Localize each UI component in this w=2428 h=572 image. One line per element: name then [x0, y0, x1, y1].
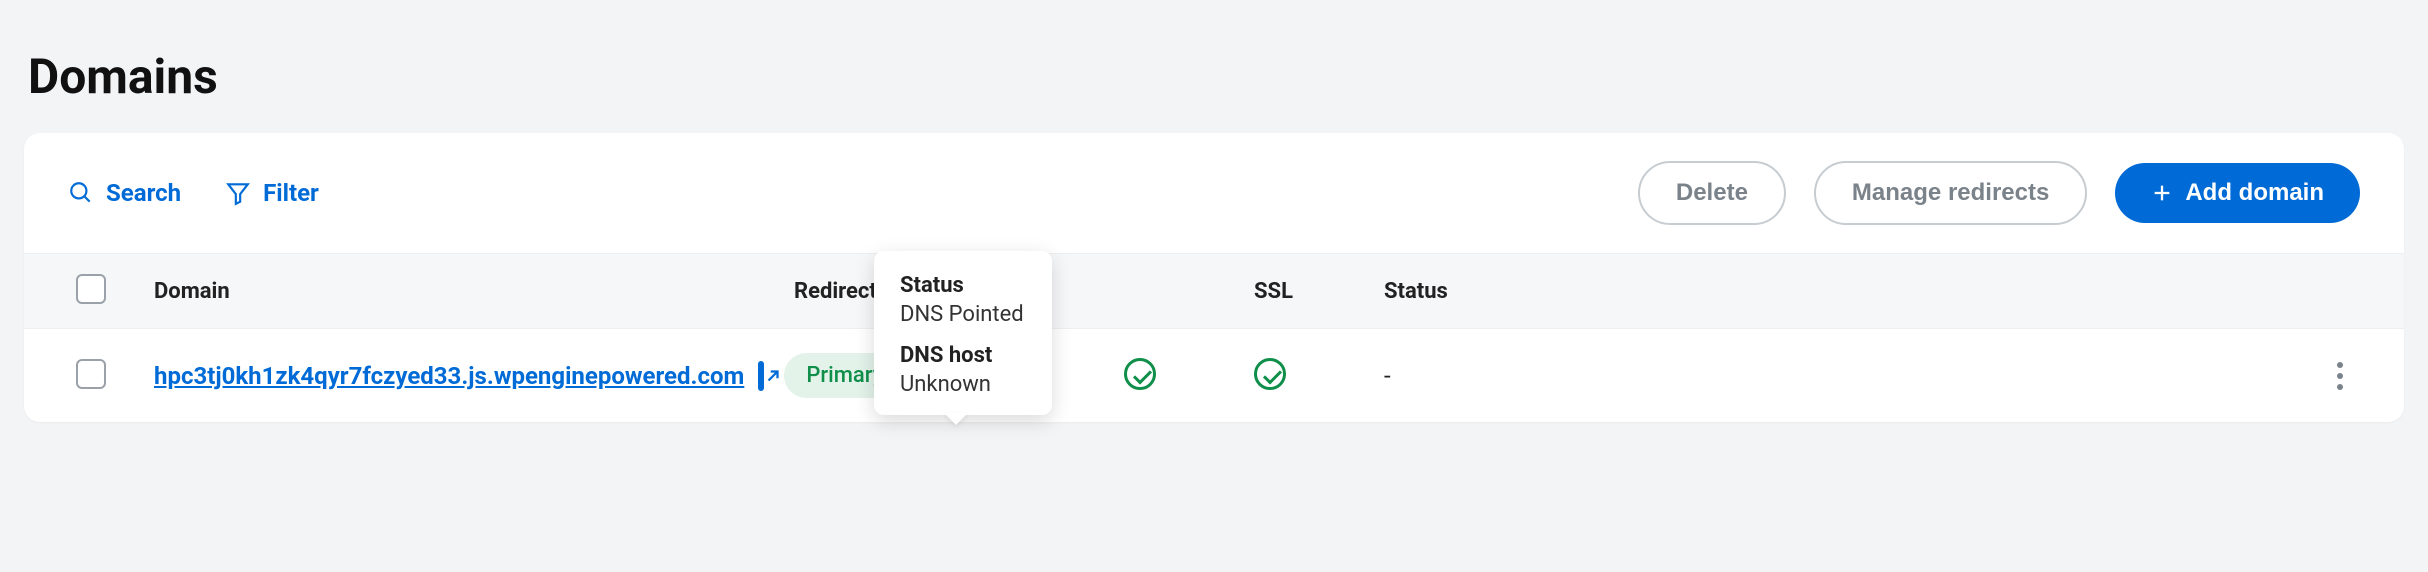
row-checkbox[interactable] — [76, 359, 106, 389]
filter-label: Filter — [263, 179, 319, 207]
search-label: Search — [106, 179, 181, 207]
table-header: Domain Redirect to SSL Status — [24, 253, 2404, 329]
external-link-icon[interactable] — [758, 361, 764, 391]
tooltip-status-value: DNS Pointed — [900, 302, 1024, 327]
page-title: Domains — [28, 48, 2404, 105]
dns-ok-icon — [1124, 358, 1156, 390]
col-ssl: SSL — [1254, 279, 1384, 304]
search-button[interactable]: Search — [68, 179, 181, 207]
status-value: - — [1384, 362, 1391, 390]
manage-redirects-button[interactable]: Manage redirects — [1814, 161, 2087, 225]
tooltip-dnshost-label: DNS host — [900, 343, 1024, 368]
search-icon — [68, 180, 94, 206]
add-domain-label: Add domain — [2185, 179, 2324, 207]
toolbar: Search Filter Delete Manage redirects Ad… — [24, 133, 2404, 253]
row-menu-button[interactable] — [2324, 360, 2356, 392]
filter-button[interactable]: Filter — [225, 179, 319, 207]
domain-link[interactable]: hpc3tj0kh1zk4qyr7fczyed33.js.wpenginepow… — [154, 362, 744, 390]
filter-icon — [225, 180, 251, 206]
tooltip-status-label: Status — [900, 273, 1024, 298]
table-row: hpc3tj0kh1zk4qyr7fczyed33.js.wpenginepow… — [24, 329, 2404, 422]
dns-tooltip: Status DNS Pointed DNS host Unknown — [874, 251, 1052, 415]
add-domain-button[interactable]: Add domain — [2115, 163, 2360, 223]
ssl-ok-icon — [1254, 358, 1286, 390]
col-domain: Domain — [154, 279, 794, 304]
col-status: Status — [1384, 279, 1584, 304]
domains-panel: Search Filter Delete Manage redirects Ad… — [24, 133, 2404, 422]
select-all-checkbox[interactable] — [76, 274, 106, 304]
tooltip-dnshost-value: Unknown — [900, 372, 1024, 397]
plus-icon — [2151, 182, 2173, 204]
delete-button[interactable]: Delete — [1638, 161, 1786, 225]
